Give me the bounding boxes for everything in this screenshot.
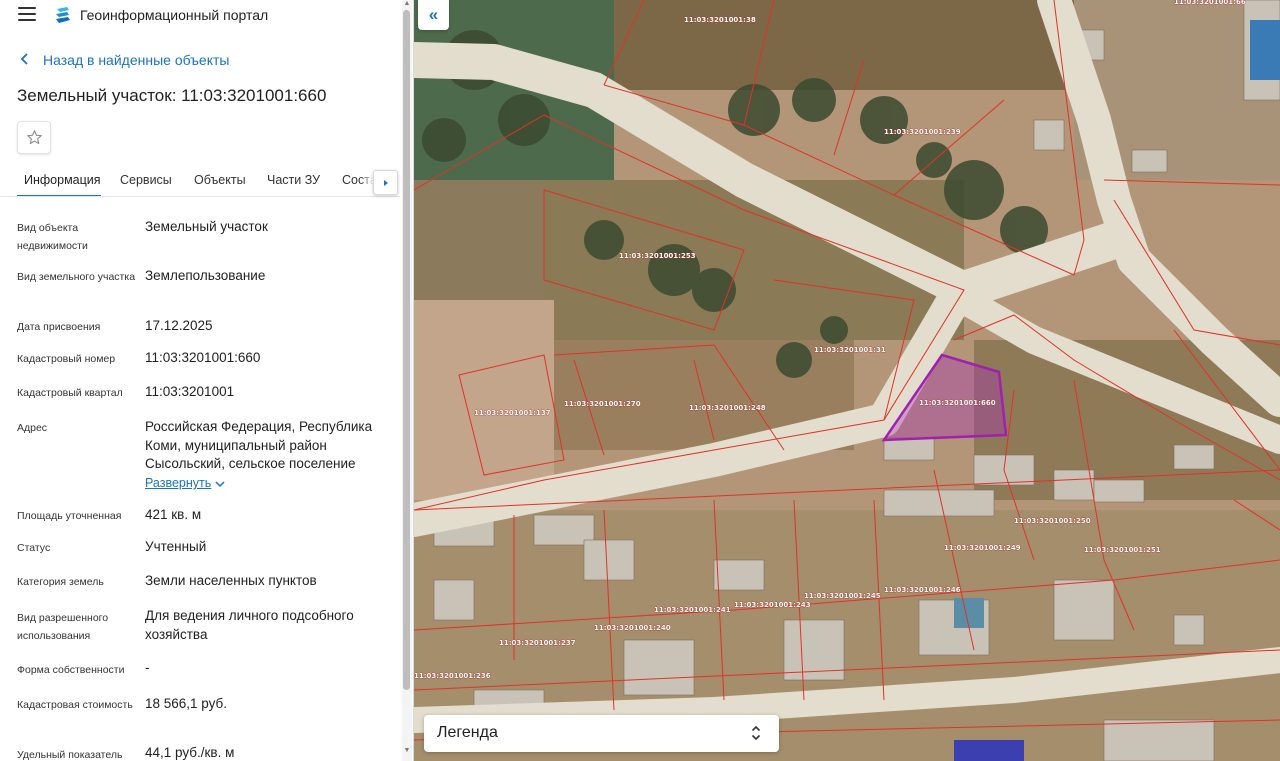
parcel-label: 11:03:3201001:250 <box>1014 517 1091 525</box>
parcel-label: 11:03:3201001:38 <box>684 16 756 24</box>
field-label-address: Адрес <box>17 422 48 434</box>
parcel-label: 11:03:3201001:660 <box>919 399 996 407</box>
field-value-land-category: Земли населенных пунктов <box>145 573 317 588</box>
parcel-label: 11:03:3201001:137 <box>474 409 551 417</box>
back-link-label: Назад в найденные объекты <box>43 52 230 68</box>
parcel-label: 11:03:3201001:66 <box>1174 0 1246 6</box>
field-label-object-type: Вид объекта недвижимости <box>17 222 88 252</box>
app-header: Геоинформационный портал <box>0 0 400 32</box>
parcel-label: 11:03:3201001:248 <box>689 404 766 412</box>
tab-bar: Информация Сервисы Объекты Части ЗУ Сост… <box>0 165 400 197</box>
chevron-down-icon[interactable] <box>214 478 226 490</box>
collapse-panel-button[interactable]: « <box>418 0 449 30</box>
field-value-status: Учтенный <box>145 539 207 554</box>
up-down-arrows-icon <box>751 725 761 741</box>
app-title: Геоинформационный портал <box>80 7 269 23</box>
field-label-permitted-use: Вид разрешенного использования <box>17 612 109 642</box>
field-label-ownership: Форма собственности <box>17 664 125 676</box>
tab-objects[interactable]: Объекты <box>194 173 246 187</box>
parcel-label: 11:03:3201001:249 <box>944 544 1021 552</box>
double-chevron-left-icon: « <box>428 5 439 24</box>
panel-scrollbar-thumb[interactable] <box>403 10 410 690</box>
tab-information[interactable]: Информация <box>24 173 101 187</box>
field-label-land-type: Вид земельного участка <box>17 271 136 283</box>
field-value-cadastral-value: 18 566,1 руб. <box>145 696 228 711</box>
parcel-label: 11:03:3201001:241 <box>654 606 731 614</box>
tab-parts[interactable]: Части ЗУ <box>267 173 320 187</box>
field-value-object-type: Земельный участок <box>145 219 268 234</box>
field-label-status: Статус <box>17 542 51 554</box>
menu-icon[interactable] <box>18 7 36 23</box>
tabs-scroll-right-button[interactable] <box>373 170 398 195</box>
favorite-button[interactable] <box>17 121 51 154</box>
parcel-label: 11:03:3201001:236 <box>414 672 491 680</box>
field-value-address: Российская Федерация, Республика Коми, м… <box>145 419 373 471</box>
field-value-area: 421 кв. м <box>145 507 202 522</box>
scroll-up-arrow-icon[interactable]: ▲ <box>402 0 412 8</box>
field-value-cadastral-block: 11:03:3201001 <box>145 384 235 399</box>
active-tab-indicator <box>17 195 101 196</box>
field-label-cadastral-number: Кадастровый номер <box>17 353 116 365</box>
field-value-unit-value: 44,1 руб./кв. м <box>145 745 235 760</box>
field-label-unit-value: Удельный показатель <box>17 749 123 761</box>
parcel-label: 11:03:3201001:245 <box>804 592 881 600</box>
field-label-assign-date: Дата присвоения <box>17 321 101 333</box>
field-label-land-category: Категория земель <box>17 576 104 588</box>
parcel-label: 11:03:3201001:237 <box>499 639 576 647</box>
page-title: Земельный участок: 11:03:3201001:660 <box>17 86 327 105</box>
field-value-cadastral-number: 11:03:3201001:660 <box>145 350 261 365</box>
portal-logo-icon <box>56 7 70 23</box>
parcel-label: 11:03:3201001:31 <box>814 346 886 354</box>
legend-dropdown[interactable]: Легенда <box>424 715 779 752</box>
field-label-area: Площадь уточненная <box>17 510 122 522</box>
parcel-label: 11:03:3201001:243 <box>734 601 811 609</box>
address-expand-link[interactable]: Развернуть <box>145 476 211 490</box>
legend-label: Легенда <box>437 724 498 741</box>
parcel-label: 11:03:3201001:246 <box>884 586 961 594</box>
field-label-cadastral-block: Кадастровый квартал <box>17 387 123 399</box>
back-to-results-link[interactable]: Назад в найденные объекты <box>20 52 229 68</box>
field-value-ownership: - <box>145 660 150 675</box>
field-value-assign-date: 17.12.2025 <box>145 318 213 333</box>
info-panel: Геоинформационный портал Назад в найденн… <box>0 0 414 761</box>
chevron-left-icon <box>20 52 36 68</box>
triangle-right-icon <box>383 179 388 186</box>
field-label-cadastral-value: Кадастровая стоимость <box>17 699 133 711</box>
scroll-down-arrow-icon[interactable]: ▼ <box>402 747 412 757</box>
map-view[interactable]: 11:03:3201001:38 11:03:3201001:239 11:03:3… <box>414 0 1280 761</box>
tab-fade <box>360 166 374 196</box>
parcel-label: 11:03:3201001:270 <box>564 400 641 408</box>
tab-services[interactable]: Сервисы <box>120 173 172 187</box>
parcel-label: 11:03:3201001:253 <box>619 252 696 260</box>
parcel-label: 11:03:3201001:251 <box>1084 546 1161 554</box>
parcel-label: 11:03:3201001:240 <box>594 624 671 632</box>
field-value-permitted-use: Для ведения личного подсобного хозяйства <box>145 608 354 642</box>
map-canvas[interactable]: 11:03:3201001:38 11:03:3201001:239 11:03:3… <box>414 0 1280 761</box>
star-icon <box>26 130 42 145</box>
field-value-land-type: Землепользование <box>145 268 266 283</box>
parcel-label: 11:03:3201001:239 <box>884 128 961 136</box>
